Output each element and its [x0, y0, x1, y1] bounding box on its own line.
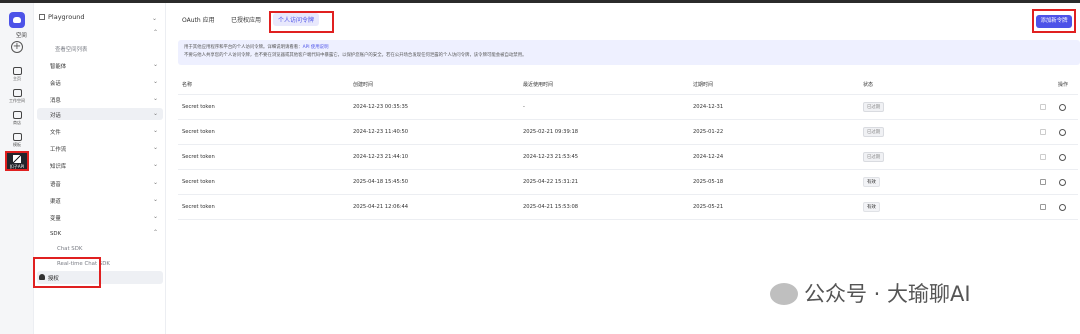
highlight-box-tab	[269, 11, 334, 33]
col-expires: 过期时间	[693, 82, 714, 88]
store-icon	[12, 111, 22, 119]
token-name: Secret token	[182, 204, 215, 210]
tab-oauth-apps[interactable]: OAuth 应用	[182, 15, 215, 24]
sidebar-item-channel[interactable]: 渠道	[50, 197, 61, 205]
delete-icon[interactable]	[1059, 129, 1066, 136]
rail-item-templates[interactable]: 模板	[0, 133, 34, 148]
watermark-text: 公众号 · 大瑜聊AI	[804, 282, 971, 306]
status-badge: 有效	[863, 177, 880, 187]
edit-icon[interactable]	[1040, 104, 1046, 110]
rail-item-label: 主页	[13, 76, 21, 81]
sidebar-section-playground[interactable]: Playground	[39, 13, 85, 21]
sidebar-item-agent[interactable]: 智能体	[50, 62, 66, 70]
token-name: Secret token	[182, 179, 215, 185]
delete-icon[interactable]	[1059, 204, 1066, 211]
token-created: 2024-12-23 21:44:10	[353, 154, 409, 160]
col-created: 创建时间	[353, 82, 374, 88]
token-expires: 2024-12-24	[693, 154, 724, 160]
delete-icon[interactable]	[1059, 179, 1066, 186]
notice-line-2: 不要与他人共享您的个人访问令牌，也不要在浏览器或其他客户端代码中暴露它，以保护您…	[184, 52, 527, 58]
delete-icon[interactable]	[1059, 154, 1066, 161]
status-badge: 已过期	[863, 152, 885, 162]
token-name: Secret token	[182, 104, 215, 110]
token-last-used: 2025-04-22 15:31:21	[523, 179, 579, 185]
rail-item-label: 工作空间	[9, 98, 25, 103]
template-icon	[12, 133, 22, 141]
token-created: 2025-04-18 15:45:50	[353, 179, 409, 185]
sidebar-item-space[interactable]: 空间	[16, 31, 27, 39]
tab-authorized-apps[interactable]: 已授权应用	[231, 15, 261, 24]
status-badge: 有效	[863, 202, 880, 212]
sidebar-item-sdk[interactable]: SDK	[50, 231, 61, 237]
col-status: 状态	[863, 82, 874, 88]
table-row: Secret token 2024-12-23 00:35:35 - 2024-…	[178, 95, 1078, 120]
token-created: 2024-12-23 00:35:35	[353, 104, 409, 110]
token-expires: 2025-05-21	[693, 204, 724, 210]
sidebar-item-conversation[interactable]: 会话	[50, 79, 61, 87]
token-last-used: 2025-02-21 09:39:18	[523, 129, 579, 135]
col-last-used: 最近使用时间	[523, 82, 554, 88]
info-notice: 用于其他应用程序和平台的个人访问令牌。详细说明请看看：API 使用说明 不要与他…	[178, 40, 1080, 65]
sidebar-item-message[interactable]: 消息	[50, 96, 61, 104]
delete-icon[interactable]	[1059, 104, 1066, 111]
col-name: 名称	[182, 82, 193, 88]
token-expires: 2025-05-18	[693, 179, 724, 185]
edit-icon[interactable]	[1040, 179, 1046, 185]
token-name: Secret token	[182, 129, 215, 135]
sidebar-item-space-list[interactable]: 查看空间列表	[55, 45, 87, 53]
col-actions: 操作	[1058, 82, 1069, 88]
sidebar-item-chat-sdk[interactable]: Chat SDK	[57, 246, 82, 252]
token-last-used: 2024-12-23 21:53:45	[523, 154, 579, 160]
table-row: Secret token 2024-12-23 21:44:10 2024-12…	[178, 145, 1078, 170]
rail-item-store[interactable]: 商店	[0, 111, 34, 126]
app-logo-icon[interactable]	[9, 12, 25, 28]
notice-line-1: 用于其他应用程序和平台的个人访问令牌。详细说明请看看：API 使用说明	[184, 44, 1074, 52]
table-row: Secret token 2025-04-21 12:06:44 2025-04…	[178, 195, 1078, 220]
sidebar-item-file[interactable]: 文件	[50, 128, 61, 136]
sidebar-item-knowledge[interactable]: 知识库	[50, 162, 66, 170]
sidebar-section-title: Playground	[48, 13, 85, 21]
watermark: 公众号 · 大瑜聊AI	[770, 278, 971, 306]
playground-icon	[39, 14, 45, 20]
api-docs-link[interactable]: API 使用说明	[303, 45, 329, 50]
notice-text: 用于其他应用程序和平台的个人访问令牌。详细说明请看看：	[184, 45, 303, 50]
token-last-used: 2025-04-21 15:53:08	[523, 204, 579, 210]
chevron-down-icon[interactable]: ⌄	[152, 15, 157, 22]
token-created: 2024-12-23 11:40:50	[353, 129, 409, 135]
edit-icon[interactable]	[1040, 154, 1046, 160]
token-expires: 2024-12-31	[693, 104, 724, 110]
highlight-box-authorization	[33, 257, 101, 288]
token-name: Secret token	[182, 154, 215, 160]
rail-item-label: 商店	[13, 120, 21, 125]
rail-item-label: 模板	[13, 142, 21, 147]
token-expires: 2025-01-22	[693, 129, 724, 135]
highlight-box-api	[5, 151, 29, 171]
token-last-used: -	[523, 104, 525, 110]
edit-icon[interactable]	[1040, 204, 1046, 210]
sidebar-item-chat[interactable]: 对话	[50, 111, 61, 119]
sidebar-item-workflow[interactable]: 工作流	[50, 145, 66, 153]
edit-icon[interactable]	[1040, 129, 1046, 135]
rail-item-workspace[interactable]: 工作空间	[0, 89, 34, 104]
create-plus-icon[interactable]: +	[11, 41, 23, 53]
status-badge: 已过期	[863, 127, 885, 137]
sidebar-item-voice[interactable]: 语音	[50, 180, 61, 188]
highlight-box-add-button	[1032, 9, 1076, 33]
home-icon	[12, 67, 22, 75]
table-row: Secret token 2025-04-18 15:45:50 2025-04…	[178, 170, 1078, 195]
token-created: 2025-04-21 12:06:44	[353, 204, 409, 210]
table-row: Secret token 2024-12-23 11:40:50 2025-02…	[178, 120, 1078, 145]
rail-item-home[interactable]: 主页	[0, 67, 34, 82]
wechat-icon	[770, 283, 798, 305]
status-badge: 已过期	[863, 102, 885, 112]
sidebar-item-variable[interactable]: 变量	[50, 214, 61, 222]
folder-icon	[12, 89, 22, 97]
